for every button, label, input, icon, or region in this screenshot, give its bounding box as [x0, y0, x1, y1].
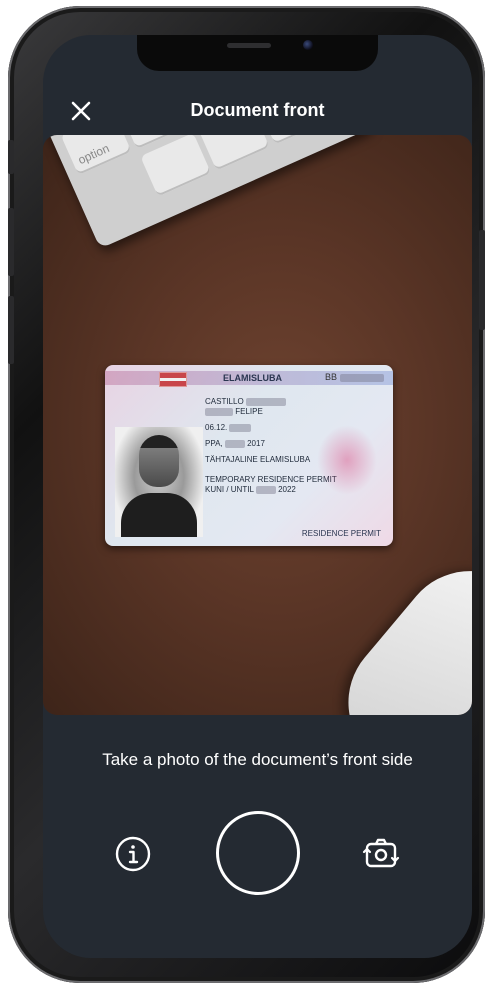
card-code-text: BB — [325, 372, 338, 382]
info-button[interactable] — [113, 834, 153, 874]
front-camera — [303, 40, 313, 50]
keyboard-key — [140, 135, 212, 197]
card-birth-date: 06.12. — [205, 423, 252, 432]
power-button — [479, 230, 485, 330]
page-title: Document front — [190, 100, 325, 120]
card-issue-info: PPA, 2017 — [205, 439, 265, 448]
screen: Document front option ELAMISLUBA BB CAST — [43, 35, 472, 958]
mouse-object — [319, 542, 472, 715]
card-valid-until-label: KUNI / UNTIL — [205, 485, 254, 494]
portrait-body — [121, 493, 197, 537]
id-card: ELAMISLUBA BB CASTILLO FELIPE 06.12. PPA… — [105, 365, 393, 546]
card-valid-until-year: 2022 — [278, 485, 296, 494]
flag-icon — [159, 372, 187, 387]
card-document-code: BB — [325, 372, 384, 382]
card-issuer: ELAMISLUBA — [223, 373, 282, 383]
volume-up-button — [8, 208, 14, 276]
keyboard-object: option — [43, 135, 375, 249]
card-surname-text: CASTILLO — [205, 397, 244, 406]
card-given-name: FELIPE — [205, 407, 263, 416]
portrait-head — [139, 435, 179, 487]
card-birth-date-text: 06.12. — [205, 423, 228, 432]
card-given-name-text: FELIPE — [235, 407, 263, 416]
notch — [137, 35, 378, 71]
keyboard-key — [198, 135, 270, 171]
camera-viewfinder: option ELAMISLUBA BB CASTILLO FELIPE 06.… — [43, 135, 472, 715]
emblem-icon — [317, 425, 377, 495]
speaker-grille — [227, 43, 271, 48]
header: Document front — [43, 93, 472, 129]
redacted-block — [255, 485, 276, 494]
card-permit-type: TÄHTAJALINE ELAMISLUBA — [205, 455, 311, 464]
flip-camera-icon — [362, 838, 400, 868]
shutter-button[interactable] — [216, 811, 300, 895]
card-portrait-photo — [115, 427, 203, 537]
mute-switch — [8, 140, 14, 174]
card-issue-place: PPA, — [205, 439, 223, 448]
card-valid-until: KUNI / UNTIL 2022 — [205, 485, 296, 494]
redacted-block — [229, 423, 252, 432]
volume-down-button — [8, 296, 14, 364]
instruction-text: Take a photo of the document’s front sid… — [102, 750, 413, 769]
redacted-block — [224, 439, 245, 448]
redacted-block — [205, 407, 233, 416]
card-document-type: RESIDENCE PERMIT — [301, 529, 381, 538]
card-issue-year: 2017 — [247, 439, 265, 448]
card-surname: CASTILLO — [205, 397, 286, 406]
redacted-block — [339, 373, 384, 382]
keyboard-key: option — [60, 135, 132, 176]
card-remarks: TEMPORARY RESIDENCE PERMIT — [205, 475, 337, 484]
redacted-block — [245, 397, 286, 406]
info-icon — [115, 836, 151, 872]
keyboard-key-label: option — [75, 141, 112, 168]
flip-camera-button[interactable] — [361, 834, 401, 874]
